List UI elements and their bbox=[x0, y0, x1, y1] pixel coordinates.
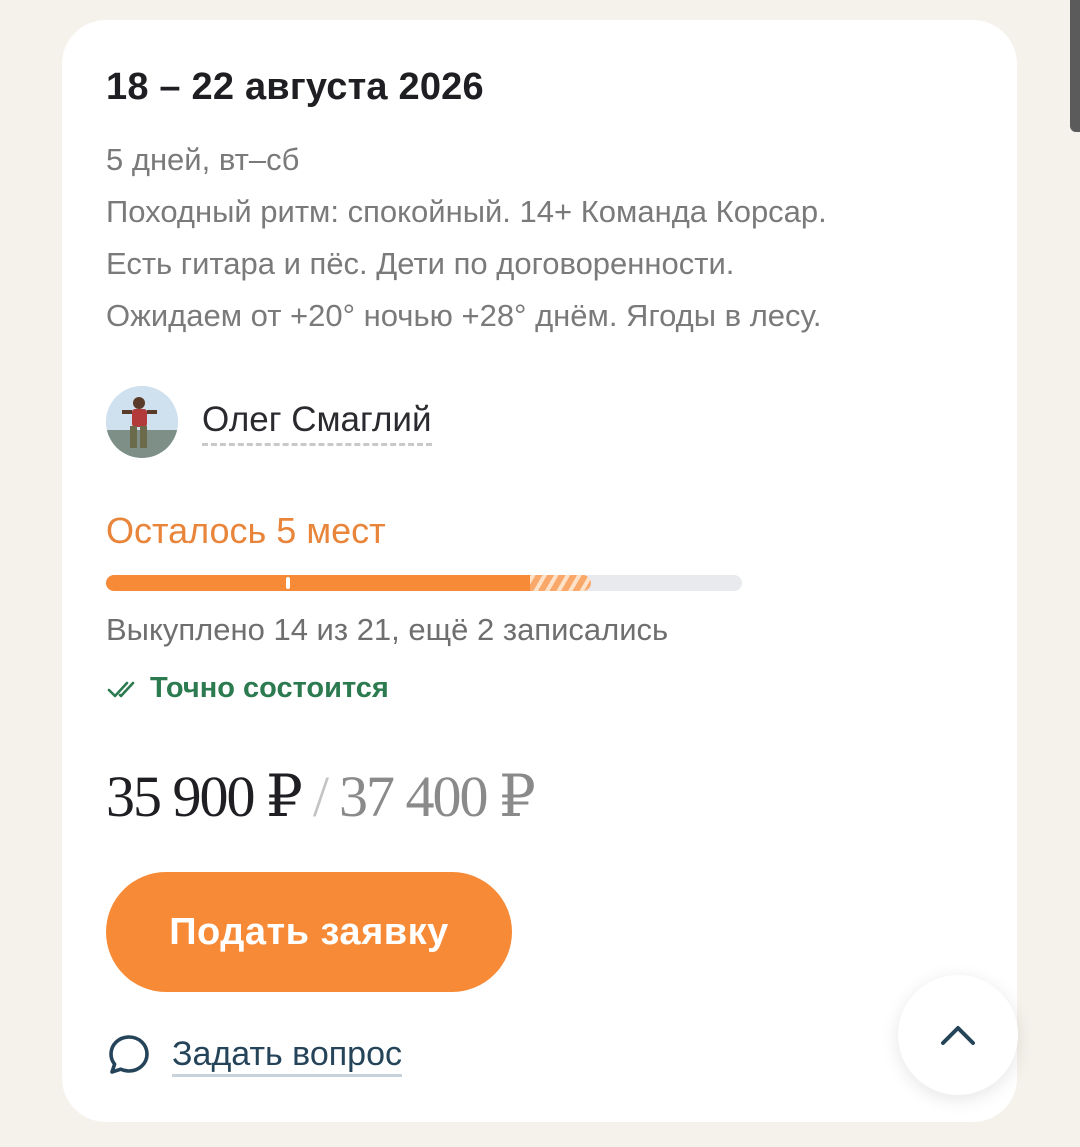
tour-dates: 18 – 22 августа 2026 bbox=[106, 66, 484, 108]
tour-card: 18 – 22 августа 2026 5 дней, вт–сб Поход… bbox=[62, 20, 1017, 1122]
guide-photo bbox=[106, 386, 178, 458]
guide-avatar[interactable] bbox=[106, 386, 178, 458]
apply-button[interactable]: Подать заявку bbox=[106, 872, 512, 992]
page-scrollbar[interactable] bbox=[1070, 0, 1080, 132]
scroll-to-top-button[interactable] bbox=[898, 975, 1018, 1095]
tour-description: 5 дней, вт–сб Походный ритм: спокойный. … bbox=[106, 134, 827, 342]
progress-marker bbox=[286, 577, 290, 589]
price-block: 35 900 ₽/37 400 ₽ bbox=[106, 762, 536, 830]
old-price: 37 400 ₽ bbox=[339, 764, 536, 829]
description-line: 5 дней, вт–сб bbox=[106, 142, 300, 177]
progress-sold bbox=[106, 575, 530, 591]
chevron-up-icon bbox=[941, 1026, 975, 1045]
ask-question-link[interactable]: Задать вопрос bbox=[106, 1032, 402, 1078]
guide-name-link[interactable]: Олег Смаглий bbox=[202, 399, 432, 446]
confirmed-status: Точно состоится bbox=[106, 672, 389, 705]
booking-progress-bar bbox=[106, 575, 742, 591]
description-line: Ожидаем от +20° ночью +28° днём. Ягоды в… bbox=[106, 298, 822, 333]
guide[interactable]: Олег Смаглий bbox=[106, 386, 432, 458]
chat-bubble-icon bbox=[109, 1035, 149, 1074]
sold-count: Выкуплено 14 из 21, ещё 2 записались bbox=[106, 612, 669, 647]
current-price: 35 900 ₽ bbox=[106, 764, 303, 829]
description-line: Есть гитара и пёс. Дети по договоренност… bbox=[106, 246, 735, 281]
description-line: Походный ритм: спокойный. 14+ Команда Ко… bbox=[106, 194, 827, 229]
confirmed-label: Точно состоится bbox=[150, 672, 389, 704]
progress-pending bbox=[530, 575, 591, 591]
seats-left: Осталось 5 мест bbox=[106, 510, 386, 551]
price-separator: / bbox=[312, 764, 329, 829]
double-check-icon bbox=[107, 681, 135, 697]
ask-question-label[interactable]: Задать вопрос bbox=[172, 1034, 402, 1077]
